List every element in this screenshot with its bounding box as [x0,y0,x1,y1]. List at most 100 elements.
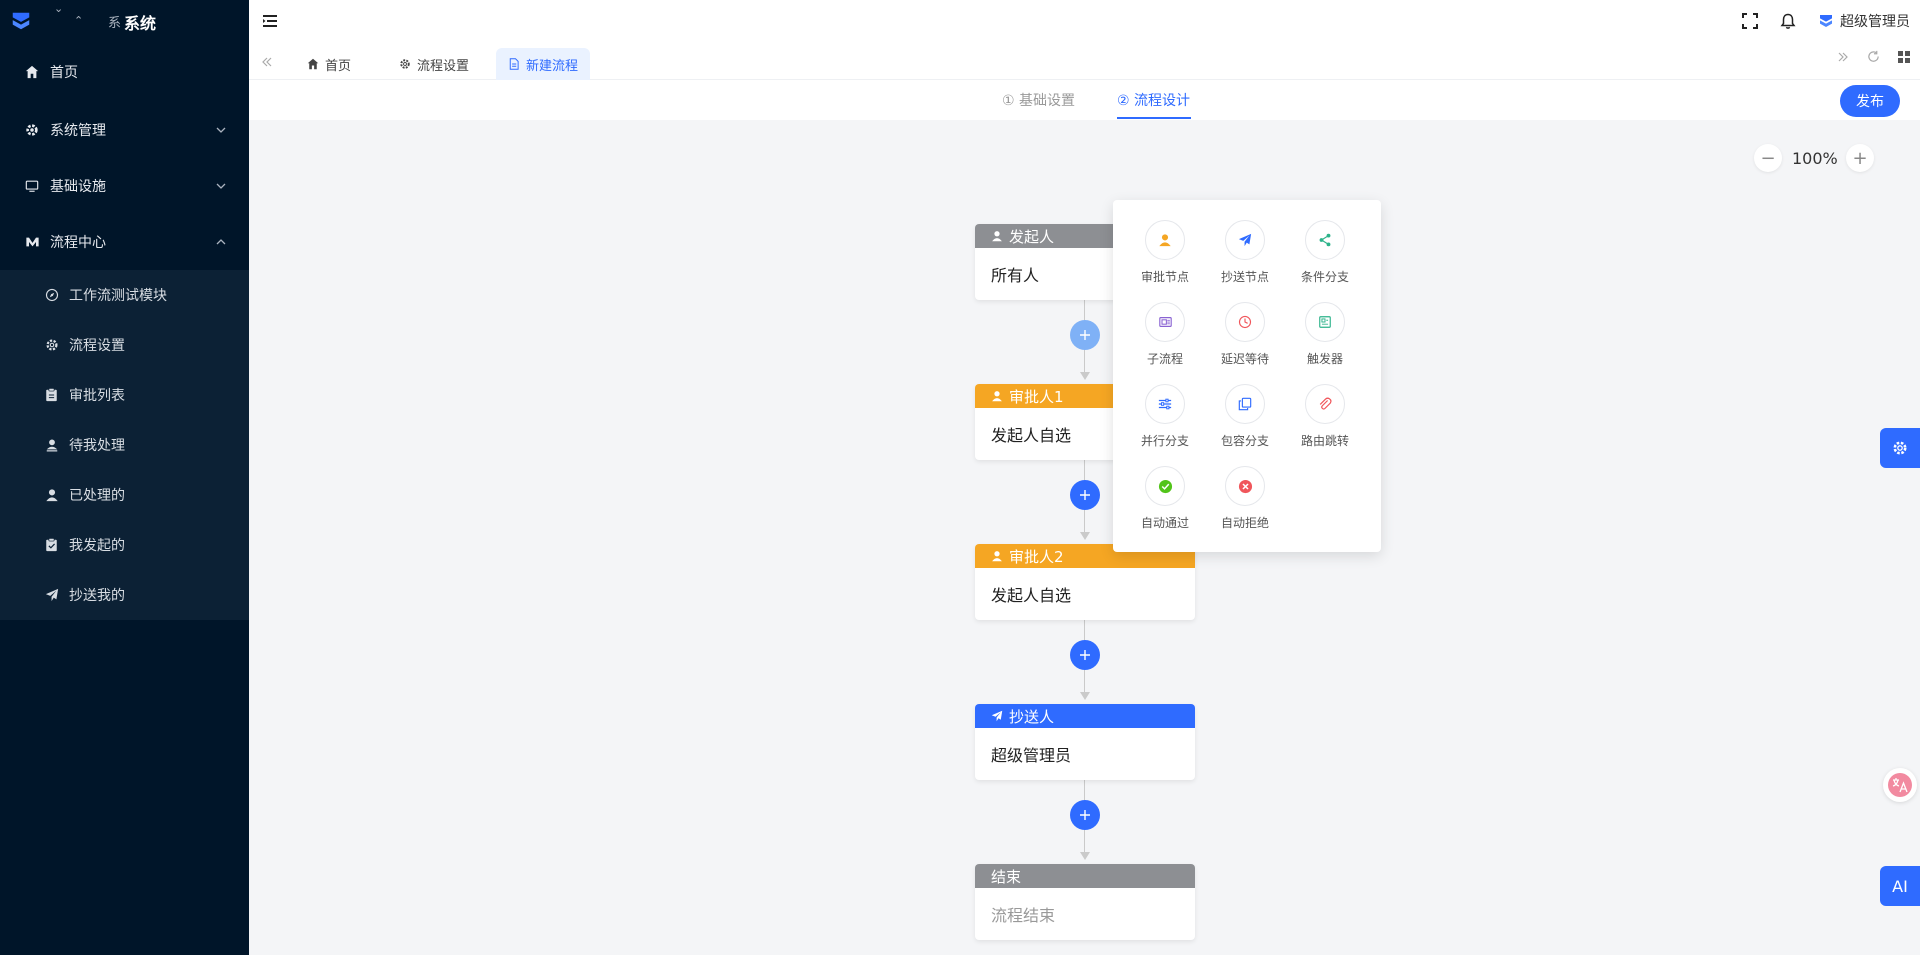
file-icon [509,58,519,70]
tab-actions [1837,50,1910,63]
plus-icon [1080,650,1090,660]
chevron-down-icon[interactable]: ⌄ [54,2,63,15]
tab-label: 流程设置 [417,58,470,74]
home-icon [24,64,40,80]
add-node-popover: 审批节点 抄送节点 条件分支 子流程 延迟等待 触发器 并行分支 包容分支 路由… [1113,200,1381,552]
connector-arrow [1080,852,1090,860]
tab-home[interactable]: 首页 [295,48,363,80]
popover-item-label: 包容分支 [1220,434,1269,448]
popover-item-label: 延迟等待 [1220,352,1269,366]
popover-item-parallel[interactable]: 并行分支 [1135,384,1195,449]
sidebar-item-label: 待我处理 [69,438,125,454]
node-body: 超级管理员 [991,746,1072,765]
popover-item-delay[interactable]: 延迟等待 [1215,302,1275,367]
node-title: 抄送人 [1009,707,1055,726]
popover-item-label: 自动拒绝 [1220,516,1269,530]
user-menu[interactable]: 超级管理员 [1818,11,1910,31]
header-actions: 超级管理员 [1742,0,1910,42]
add-node-button[interactable] [1070,640,1100,670]
double-chevron-left-icon[interactable] [261,56,273,68]
popover-item-inclusive[interactable]: 包容分支 [1215,384,1275,449]
node-header: 抄送人 [975,704,1195,728]
tab-label: 新建流程 [526,58,579,74]
connector-arrow [1080,372,1090,380]
step-active-indicator [1117,117,1191,119]
sidebar-item-label: 基础设施 [50,179,106,195]
popover-item-trigger[interactable]: 触发器 [1295,302,1355,367]
bell-icon[interactable] [1780,13,1796,30]
zoom-in-button[interactable]: + [1846,144,1874,172]
monitor-icon [24,178,40,194]
popover-item-subprocess[interactable]: 子流程 [1135,302,1195,367]
tab-flow-settings[interactable]: 流程设置 [387,48,481,80]
double-chevron-right-icon[interactable] [1837,51,1849,63]
flow-node-approver-2[interactable]: 审批人2 发起人自选 [975,544,1195,620]
user-name: 超级管理员 [1840,14,1910,30]
popover-item-auto-reject[interactable]: 自动拒绝 [1215,466,1275,531]
sidebar-item-infra[interactable]: 基础设施 [0,158,249,214]
sidebar-item-cc-me[interactable]: 抄送我的 [0,570,249,620]
gear-icon [24,122,40,138]
flow-node-end[interactable]: 结束 流程结束 [975,864,1195,940]
home-icon [307,58,319,70]
popover-item-route[interactable]: 路由跳转 [1295,384,1355,449]
zoom-level: 100% [1792,148,1838,168]
gear-icon [1893,441,1907,455]
top-header: 超级管理员 [249,0,1920,42]
translate-float-button[interactable] [1883,768,1917,802]
chevron-down-icon [216,127,226,133]
sidebar-item-flow-center[interactable]: 流程中心 [0,214,249,270]
popover-item-label: 条件分支 [1300,270,1349,284]
add-node-button[interactable] [1070,480,1100,510]
ai-float-button[interactable]: AI [1880,866,1920,906]
popover-item-label: 路由跳转 [1300,434,1349,448]
add-node-button[interactable] [1070,320,1100,350]
tab-new-flow[interactable]: 新建流程 [496,48,591,80]
node-title: 审批人1 [1009,387,1064,406]
menu-fold-icon[interactable] [261,12,279,30]
sidebar-item-home[interactable]: 首页 [0,42,249,102]
popover-item-label: 并行分支 [1140,434,1189,448]
step-basic-settings[interactable]: ① 基础设置 [1002,90,1075,110]
user-logo-icon [1820,15,1832,27]
publish-button[interactable]: 发布 [1840,85,1900,117]
check-circle-icon [1145,466,1185,506]
popover-item-cc[interactable]: 抄送节点 [1215,220,1275,285]
step-bar: ① 基础设置 ② 流程设计 发布 [249,80,1920,120]
popover-item-approver[interactable]: 审批节点 [1135,220,1195,285]
sidebar-item-my-todo[interactable]: 待我处理 [0,420,249,470]
clock-icon [1225,302,1265,342]
sidebar-item-system[interactable]: 系统管理 [0,102,249,158]
add-node-button[interactable] [1070,800,1100,830]
chevron-up-icon[interactable]: ⌃ [74,14,83,27]
grid-icon[interactable] [1898,50,1910,63]
sidebar-item-label: 首页 [50,65,78,81]
popover-item-auto-pass[interactable]: 自动通过 [1135,466,1195,531]
flow-node-cc[interactable]: 抄送人 超级管理员 [975,704,1195,780]
node-title: 发起人 [1009,227,1055,246]
sidebar-item-processed[interactable]: 已处理的 [0,470,249,520]
plus-icon [1080,330,1090,340]
refresh-icon[interactable] [1867,50,1880,63]
logo-icon[interactable] [10,10,32,32]
zoom-control: − 100% + [1754,144,1874,172]
step-flow-design[interactable]: ② 流程设计 [1117,90,1190,110]
settings-float-button[interactable] [1880,428,1920,468]
sidebar-item-initiated[interactable]: 我发起的 [0,520,249,570]
app-title: 系统 [124,14,157,33]
plus-icon [1080,490,1090,500]
paperclip-icon [1305,384,1345,424]
user-icon [44,488,59,503]
fullscreen-icon[interactable] [1742,13,1758,29]
user-stamp-icon [44,438,59,453]
connector-arrow [1080,692,1090,700]
sidebar-item-label: 审批列表 [69,388,125,404]
zoom-out-button[interactable]: − [1754,144,1782,172]
sidebar-item-approval-list[interactable]: 审批列表 [0,370,249,420]
user-icon [992,551,1002,562]
sidebar-item-workflow-test[interactable]: 工作流测试模块 [0,270,249,320]
popover-item-condition[interactable]: 条件分支 [1295,220,1355,285]
sidebar-item-flow-settings[interactable]: 流程设置 [0,320,249,370]
node-header: 结束 [975,864,1195,888]
trigger-icon [1305,302,1345,342]
